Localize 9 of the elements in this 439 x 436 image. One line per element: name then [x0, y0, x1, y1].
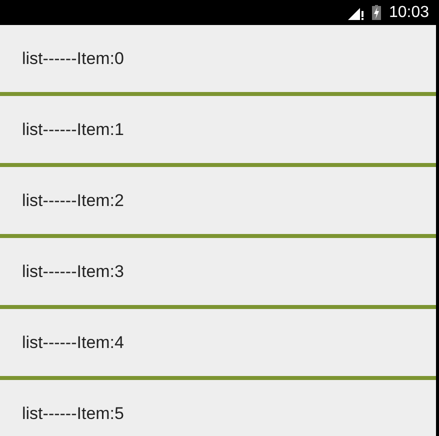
- list-item[interactable]: list------Item:1: [0, 96, 436, 163]
- list-item[interactable]: list------Item:5: [0, 380, 436, 436]
- list-item[interactable]: list------Item:3: [0, 238, 436, 305]
- list-item[interactable]: list------Item:2: [0, 167, 436, 234]
- list-item[interactable]: list------Item:0: [0, 25, 436, 92]
- battery-icon: [372, 5, 381, 20]
- clock-time: 10:03: [388, 4, 429, 22]
- list-item[interactable]: list------Item:4: [0, 309, 436, 376]
- signal-icon: [348, 6, 364, 20]
